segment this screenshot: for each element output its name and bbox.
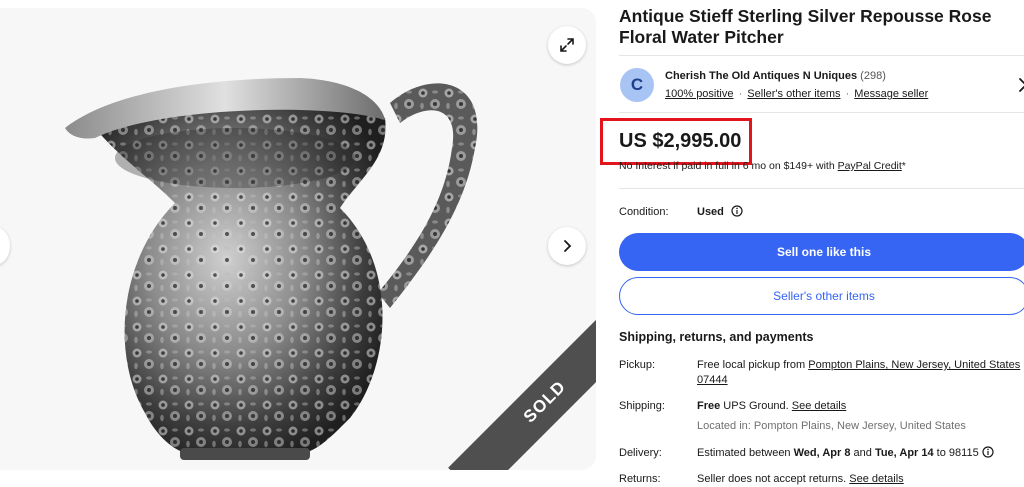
delivery-and: and [850, 447, 875, 459]
positive-feedback-link[interactable]: 100% positive [665, 88, 734, 100]
financing-note: No Interest if paid in full in 6 mo on $… [619, 160, 906, 172]
shipping-method: UPS Ground. [720, 400, 792, 412]
message-seller-link[interactable]: Message seller [854, 88, 928, 100]
seller-feedback-count: (298) [860, 70, 886, 82]
delivery-value: Estimated between Wed, Apr 8 and Tue, Ap… [697, 446, 1022, 461]
divider [619, 188, 1024, 189]
seller-avatar[interactable]: C [620, 68, 654, 102]
delivery-end: Tue, Apr 14 [874, 447, 934, 459]
next-image-button[interactable] [548, 227, 586, 265]
pickup-text: Free local pickup from [697, 359, 809, 371]
chevron-right-icon [564, 240, 572, 252]
expand-icon [560, 38, 574, 52]
info-icon[interactable] [731, 205, 743, 217]
delivery-label: Delivery: [619, 447, 662, 459]
condition-value: Used [697, 206, 724, 218]
separator: · [845, 88, 850, 100]
expand-button[interactable] [548, 26, 586, 64]
located-in-text: Located in: Pompton Plains, New Jersey, … [697, 420, 966, 432]
item-price: US $2,995.00 [619, 130, 742, 152]
sell-one-like-this-button[interactable]: Sell one like this [619, 233, 1024, 271]
seller-card[interactable]: C Cherish The Old Antiques N Uniques (29… [619, 55, 1024, 113]
seller-name[interactable]: Cherish The Old Antiques N Uniques [665, 70, 857, 82]
returns-value: Seller does not accept returns. See deta… [697, 472, 1022, 487]
returns-text: Seller does not accept returns. [697, 473, 850, 485]
financing-text: No Interest if paid in full in 6 mo on $… [619, 160, 838, 172]
sellers-other-items-button[interactable]: Seller's other items [619, 277, 1024, 315]
pickup-value: Free local pickup from Pompton Plains, N… [697, 358, 1022, 388]
financing-asterisk: * [901, 160, 906, 172]
located-in: Located in: Pompton Plains, New Jersey, … [697, 419, 1022, 434]
seller-other-items-link[interactable]: Seller's other items [747, 88, 840, 100]
chevron-right-icon[interactable] [1016, 76, 1024, 94]
shipping-heading: Shipping, returns, and payments [619, 330, 814, 344]
shipping-value: Free UPS Ground. See details [697, 399, 1022, 414]
seller-links: 100% positive · Seller's other items · M… [665, 88, 928, 100]
delivery-start: Wed, Apr 8 [793, 447, 851, 459]
item-details-panel: Antique Stieff Sterling Silver Repousse … [600, 0, 1024, 487]
condition-label: Condition: [619, 206, 669, 218]
returns-label: Returns: [619, 473, 661, 485]
delivery-zip: to 98115 [933, 447, 979, 459]
pickup-label: Pickup: [619, 359, 656, 371]
shipping-details-link[interactable]: See details [792, 400, 846, 412]
separator: · [738, 88, 743, 100]
delivery-prefix: Estimated between [697, 447, 794, 459]
image-gallery: SOLD [0, 8, 596, 470]
pitcher-photo[interactable] [0, 8, 596, 470]
shipping-label: Shipping: [619, 400, 665, 412]
item-title: Antique Stieff Sterling Silver Repousse … [619, 6, 992, 47]
paypal-credit-link[interactable]: PayPal Credit [838, 160, 902, 172]
returns-details-link[interactable]: See details [849, 473, 903, 485]
shipping-free: Free [697, 400, 721, 412]
info-icon[interactable] [982, 446, 994, 458]
seller-name-row: Cherish The Old Antiques N Uniques (298) [665, 70, 886, 82]
